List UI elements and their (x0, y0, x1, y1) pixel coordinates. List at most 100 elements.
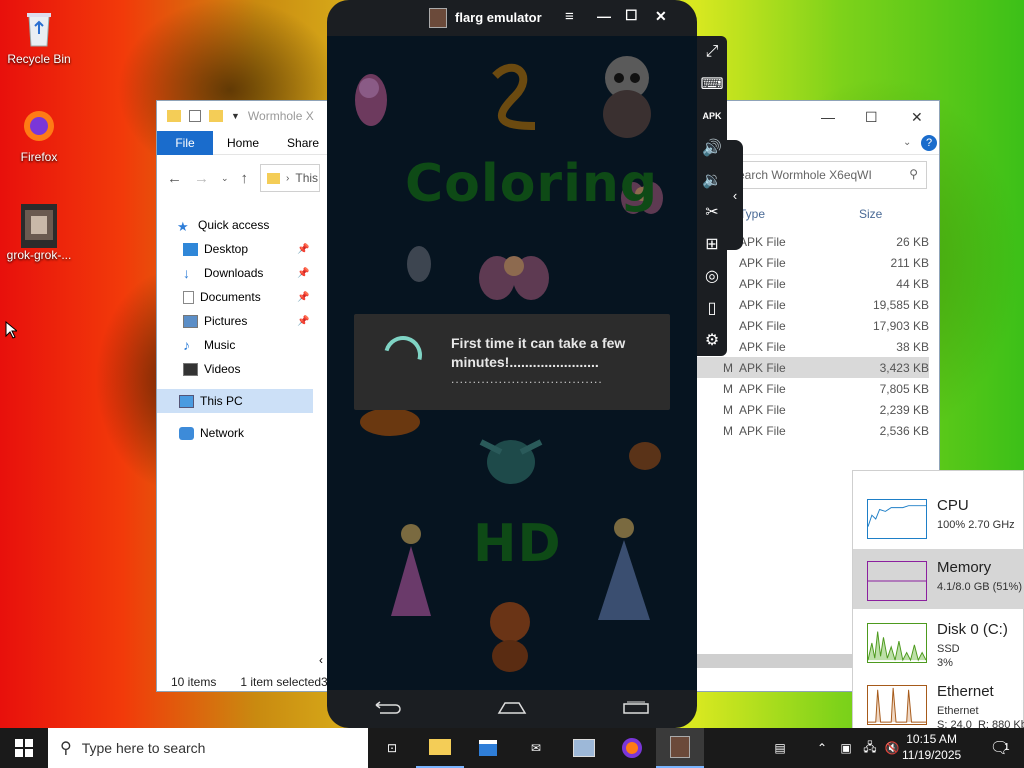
nav-label: Documents (200, 290, 261, 304)
scissors-icon[interactable]: ✂ (697, 196, 727, 228)
back-nav-icon[interactable] (374, 700, 402, 718)
back-arrow-icon[interactable]: ← (167, 170, 182, 187)
nav-downloads[interactable]: ↓ Downloads 📌 (157, 261, 327, 285)
file-type: APK File (739, 234, 786, 249)
close-icon[interactable]: ✕ (655, 8, 667, 25)
file-row[interactable]: APK File 17,903 KB (697, 315, 929, 336)
up-arrow-icon[interactable]: ↑ (241, 170, 249, 187)
properties-icon[interactable] (189, 110, 201, 122)
maximize-icon[interactable]: ☐ (865, 109, 878, 126)
task-view-icon[interactable]: ⊡ (368, 728, 416, 768)
pin-icon: 📌 (297, 243, 310, 255)
menu-icon[interactable]: ≡ (565, 8, 574, 25)
column-header-size[interactable]: Size (859, 207, 882, 221)
nav-videos[interactable]: Videos (157, 357, 327, 381)
firefox-taskbar-icon[interactable] (608, 728, 656, 768)
file-row[interactable]: APK File 19,585 KB (697, 294, 929, 315)
file-type: APK File (739, 339, 786, 354)
search-placeholder: Type here to search (81, 740, 206, 756)
desktop-icon-label: Recycle Bin (7, 52, 71, 66)
show-hidden-icons-chevron-icon[interactable]: ⌃ (810, 728, 834, 768)
file-row[interactable]: APK File 211 KB (697, 252, 929, 273)
nav-network[interactable]: Network (157, 421, 327, 445)
recycle-bin-shortcut[interactable]: Recycle Bin (4, 8, 74, 66)
recent-locations-icon[interactable]: ⌄ (221, 173, 229, 184)
apk-install-icon[interactable]: APK (697, 100, 727, 132)
perf-name: Disk 0 (C:) (937, 621, 1008, 638)
pin-icon: 📌 (297, 267, 310, 279)
firefox-shortcut[interactable]: Firefox (4, 106, 74, 164)
emulator-titlebar[interactable]: flarg emulator ≡ — ☐ ✕ (327, 0, 697, 36)
fullscreen-icon[interactable]: ⤢ (697, 36, 727, 68)
help-icon[interactable]: ? (921, 135, 937, 151)
file-row[interactable]: M APK File 7,805 KB (697, 378, 929, 399)
close-icon[interactable]: ✕ (911, 109, 923, 126)
nav-label: Quick access (198, 218, 270, 232)
mail-icon[interactable]: ✉ (512, 728, 560, 768)
minimize-icon[interactable]: — (597, 8, 611, 24)
android-nav-bar (327, 690, 697, 728)
hardware-icon[interactable]: ▣ (834, 728, 858, 768)
nav-quick-access[interactable]: ★ Quick access (157, 213, 327, 237)
file-type: APK File (739, 423, 786, 438)
nav-desktop[interactable]: Desktop 📌 (157, 237, 327, 261)
tab-share[interactable]: Share (273, 131, 333, 155)
nav-documents[interactable]: Documents 📌 (157, 285, 327, 309)
emulator-window[interactable]: flarg emulator ≡ — ☐ ✕ Coloring HD First… (327, 0, 697, 728)
expand-ribbon-chevron-icon[interactable]: ⌄ (903, 137, 911, 148)
collapse-toolbar-chevron-icon[interactable]: ‹ (727, 140, 743, 250)
perf-item[interactable]: Disk 0 (C:) SSD 3% (853, 611, 1024, 671)
search-input[interactable]: earch Wormhole X6eqWI ⚲ (729, 161, 927, 189)
taskbar-search-input[interactable]: ⚲ Type here to search (48, 728, 368, 768)
forward-arrow-icon[interactable]: → (194, 170, 209, 187)
address-bar[interactable]: › This (260, 164, 321, 192)
system-clock[interactable]: 10:15 AM 11/19/2025 (902, 731, 961, 763)
horizontal-scrollbar[interactable] (697, 654, 857, 668)
volume-down-icon[interactable]: 🔉 (697, 164, 727, 196)
chevron-down-icon[interactable]: ▼ (231, 111, 240, 121)
file-cell-partial: M (723, 360, 733, 375)
start-button[interactable] (0, 728, 48, 768)
princess-blue-icon (598, 518, 650, 620)
location-icon[interactable]: ◎ (697, 260, 727, 292)
notifications-button[interactable]: 🗨 1 (976, 728, 1024, 768)
nav-this-pc[interactable]: This PC (157, 389, 313, 413)
emulator-taskbar-icon[interactable] (656, 728, 704, 768)
emulator-screen[interactable]: Coloring HD First time it can take a few… (327, 36, 697, 690)
file-explorer-taskbar-icon[interactable] (416, 728, 464, 768)
news-widget-icon[interactable]: ▤ (756, 728, 804, 768)
file-row[interactable]: APK File 38 KB (697, 336, 929, 357)
tab-home[interactable]: Home (213, 131, 273, 155)
store-icon[interactable] (464, 728, 512, 768)
file-row[interactable]: M APK File 2,239 KB (697, 399, 929, 420)
minimize-icon[interactable]: — (821, 109, 835, 125)
shake-icon[interactable]: ▯ (697, 292, 727, 324)
folder-icon (167, 110, 181, 122)
multi-instance-icon[interactable]: ⊞ (697, 228, 727, 260)
network-tray-icon[interactable]: 🖧 (858, 728, 882, 768)
file-row[interactable]: M APK File 2,536 KB (697, 420, 929, 441)
perf-item[interactable]: CPU 100% 2.70 GHz (853, 487, 1024, 547)
grok-shortcut[interactable]: grok-grok-... (4, 204, 74, 262)
maximize-icon[interactable]: ☐ (625, 7, 638, 24)
new-folder-icon[interactable] (209, 110, 223, 122)
home-nav-icon[interactable] (497, 701, 527, 718)
recents-nav-icon[interactable] (622, 701, 650, 718)
perf-graph (867, 623, 927, 663)
nav-pictures[interactable]: Pictures 📌 (157, 309, 327, 333)
document-icon (183, 290, 194, 304)
perf-item[interactable]: Memory 4.1/8.0 GB (51%) (853, 549, 1024, 609)
nav-music[interactable]: ♪ Music (157, 333, 327, 357)
star-icon: ★ (177, 218, 189, 234)
monitor-app-icon[interactable] (560, 728, 608, 768)
settings-gear-icon[interactable]: ⚙ (697, 324, 727, 356)
tab-file[interactable]: File (157, 130, 213, 155)
perf-item[interactable]: Ethernet Ethernet S: 24.0 R: 880 Kb (853, 673, 1024, 728)
loading-dialog: First time it can take a few minutes!...… (354, 314, 670, 410)
volume-up-icon[interactable]: 🔊 (697, 132, 727, 164)
file-row[interactable]: APK File 44 KB (697, 273, 929, 294)
volume-muted-icon[interactable]: 🔇 (882, 728, 902, 768)
collapse-pane-chevron-icon[interactable]: ‹ (319, 653, 323, 667)
file-row[interactable]: M APK File 3,423 KB (697, 357, 929, 378)
keyboard-icon[interactable]: ⌨ (697, 68, 727, 100)
